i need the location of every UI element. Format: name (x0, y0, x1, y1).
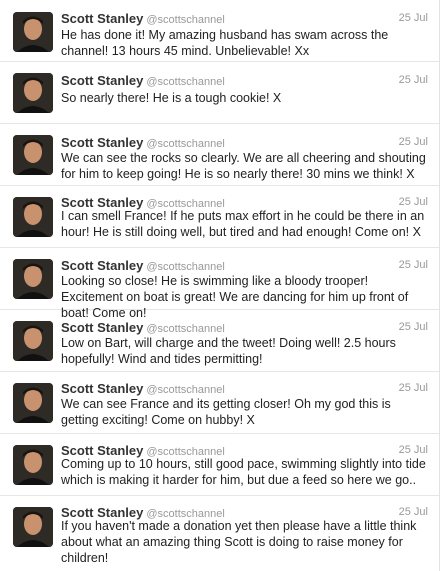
profile-photo-icon (13, 135, 53, 175)
avatar[interactable] (13, 73, 53, 113)
tweet-item[interactable]: Scott Stanley @scottschannel 25 Jul If yo… (0, 496, 439, 571)
author-name[interactable]: Scott Stanley (61, 258, 143, 273)
avatar[interactable] (13, 12, 53, 52)
profile-photo-icon (13, 383, 53, 423)
author-handle[interactable]: @scottschannel (146, 261, 224, 273)
author-handle[interactable]: @scottschannel (146, 138, 224, 150)
avatar[interactable] (13, 197, 53, 237)
tweet-text: So nearly there! He is a tough cookie! X (61, 91, 282, 105)
tweet-timestamp[interactable]: 25 Jul (399, 382, 428, 394)
profile-photo-icon (13, 12, 53, 52)
avatar[interactable] (13, 445, 53, 485)
tweet-item[interactable]: Scott Stanley @scottschannel 25 Jul So ne… (0, 62, 439, 124)
tweet-text: He has done it! My amazing husband has s… (61, 28, 389, 58)
profile-photo-icon (13, 73, 53, 113)
tweet-text: Low on Bart, will charge and the tweet! … (61, 336, 396, 366)
author-name[interactable]: Scott Stanley (61, 11, 143, 26)
tweet-timestamp[interactable]: 25 Jul (399, 259, 428, 271)
profile-photo-icon (13, 259, 53, 299)
tweet-text: We can see France and its getting closer… (61, 397, 391, 427)
author-handle[interactable]: @scottschannel (146, 76, 224, 88)
tweet-text: If you haven't made a donation yet then … (61, 519, 417, 565)
profile-photo-icon (13, 445, 53, 485)
author-name[interactable]: Scott Stanley (61, 73, 143, 88)
tweet-item[interactable]: Scott Stanley @scottschannel 25 Jul Comin… (0, 434, 439, 496)
tweet-item[interactable]: Scott Stanley @scottschannel 25 Jul We ca… (0, 124, 439, 186)
tweet-timestamp[interactable]: 25 Jul (399, 321, 428, 333)
tweet-timestamp[interactable]: 25 Jul (399, 444, 428, 456)
avatar[interactable] (13, 321, 53, 361)
tweet-timestamp[interactable]: 25 Jul (399, 74, 428, 86)
tweet-timestamp[interactable]: 25 Jul (399, 196, 428, 208)
tweet-item[interactable]: Scott Stanley @scottschannel 25 Jul He ha… (0, 0, 439, 62)
author-handle[interactable]: @scottschannel (146, 384, 224, 396)
tweet-item[interactable]: Scott Stanley @scottschannel 25 Jul Looki… (0, 248, 439, 320)
tweet-timestamp[interactable]: 25 Jul (399, 506, 428, 518)
tweet-text: Coming up to 10 hours, still good pace, … (61, 457, 426, 487)
tweet-text: We can see the rocks so clearly. We are … (61, 151, 426, 181)
tweet-item[interactable]: Scott Stanley @scottschannel 25 Jul I can… (0, 186, 439, 248)
author-handle[interactable]: @scottschannel (146, 323, 224, 335)
tweet-timestamp[interactable]: 25 Jul (399, 136, 428, 148)
tweet-item[interactable]: Scott Stanley @scottschannel 25 Jul Low o… (0, 310, 439, 372)
tweet-text: I can smell France! If he puts max effor… (61, 209, 425, 239)
author-name[interactable]: Scott Stanley (61, 381, 143, 396)
tweet-item[interactable]: Scott Stanley @scottschannel 25 Jul We ca… (0, 372, 439, 434)
profile-photo-icon (13, 507, 53, 547)
author-handle[interactable]: @scottschannel (146, 14, 224, 26)
avatar[interactable] (13, 259, 53, 299)
avatar[interactable] (13, 507, 53, 547)
profile-photo-icon (13, 321, 53, 361)
author-name[interactable]: Scott Stanley (61, 320, 143, 335)
tweet-timeline: Scott Stanley @scottschannel 25 Jul He ha… (0, 0, 440, 571)
tweet-timestamp[interactable]: 25 Jul (399, 12, 428, 24)
avatar[interactable] (13, 383, 53, 423)
profile-photo-icon (13, 197, 53, 237)
avatar[interactable] (13, 135, 53, 175)
author-name[interactable]: Scott Stanley (61, 135, 143, 150)
